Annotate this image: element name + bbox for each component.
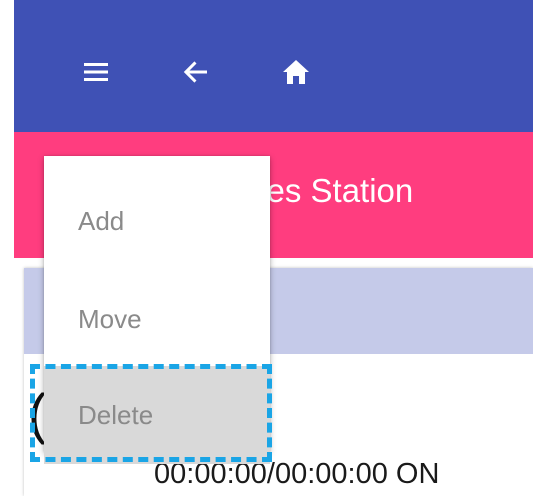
menu-icon[interactable] — [78, 54, 114, 90]
menu-item-label: Move — [78, 303, 142, 334]
menu-item-label: Delete — [78, 399, 154, 430]
app-bar — [14, 0, 533, 132]
page-title: ses Station — [250, 172, 414, 209]
context-menu: Add Move Delete — [44, 156, 270, 464]
menu-item-move[interactable]: Move — [44, 270, 270, 368]
screen: ses Station ( 00:00:00/00:00:00 ON Add M… — [0, 0, 533, 496]
back-arrow-icon[interactable] — [178, 54, 214, 90]
menu-item-delete[interactable]: Delete — [44, 366, 270, 464]
home-icon[interactable] — [278, 54, 314, 90]
menu-item-add[interactable]: Add — [44, 172, 270, 270]
menu-item-label: Add — [78, 205, 125, 236]
